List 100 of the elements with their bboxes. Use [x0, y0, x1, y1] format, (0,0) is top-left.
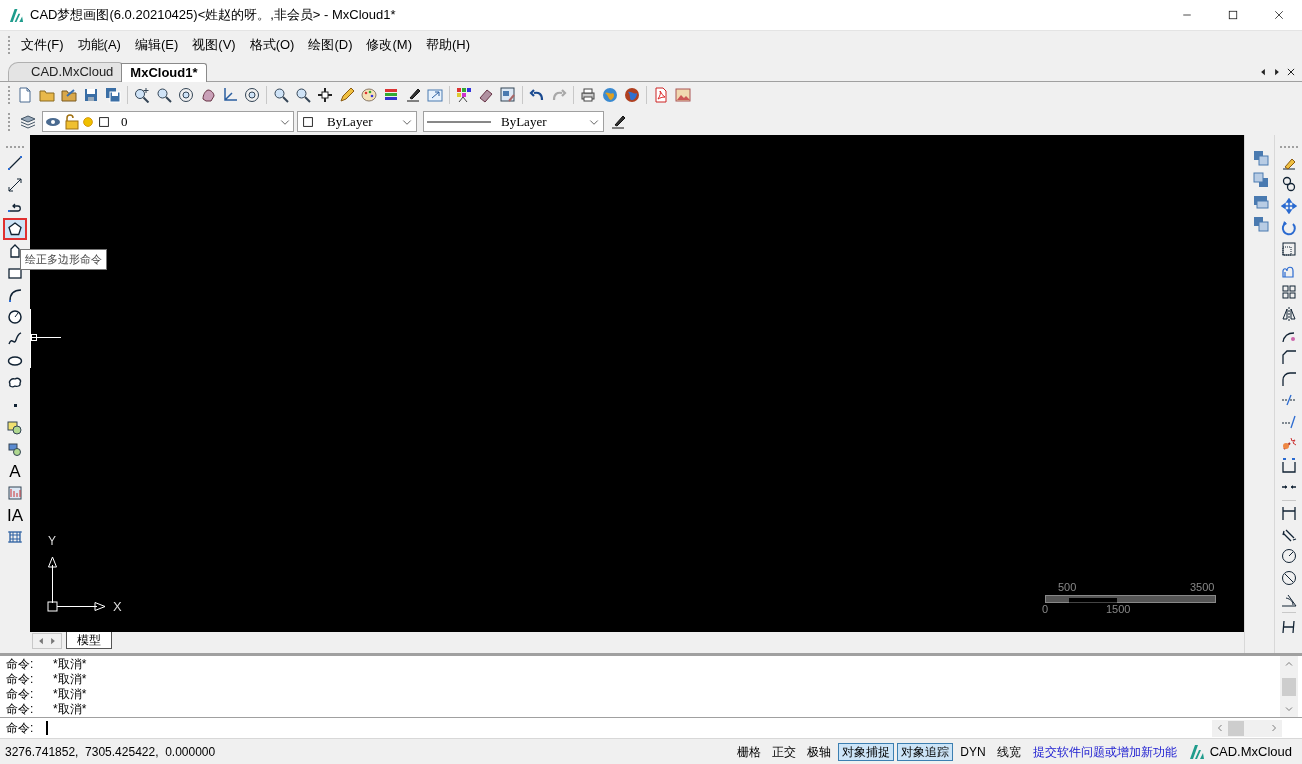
- brush-icon[interactable]: [610, 113, 626, 130]
- folder-icon[interactable]: [61, 87, 77, 103]
- status-toggle[interactable]: 线宽: [992, 742, 1025, 761]
- image-icon[interactable]: [675, 87, 691, 103]
- chamfer-icon[interactable]: [1280, 349, 1297, 366]
- layer-name: 0: [121, 112, 129, 131]
- fillet-icon[interactable]: [1280, 370, 1297, 387]
- status-toggle[interactable]: 栅格: [733, 742, 766, 761]
- status-toggle[interactable]: 极轴: [803, 742, 836, 761]
- axis-label: X: [113, 600, 122, 613]
- layer-dropdown[interactable]: 0: [42, 111, 294, 132]
- pentagon-icon: [7, 221, 23, 237]
- scale-label: 1500: [1106, 604, 1131, 615]
- command-prompt: 命令:: [6, 720, 35, 737]
- status-toggle[interactable]: 对象追踪: [897, 742, 954, 761]
- open-folder-icon[interactable]: [39, 87, 55, 103]
- status-toggle[interactable]: DYN: [956, 742, 990, 761]
- rotate-icon[interactable]: [1280, 219, 1297, 236]
- document-tab[interactable]: CAD.MxCloud: [8, 62, 123, 81]
- eraser-icon[interactable]: [478, 87, 494, 103]
- status-toggle[interactable]: 对象捕捉: [838, 742, 895, 761]
- crosshair-icon[interactable]: [317, 87, 333, 103]
- window-brush-icon[interactable]: [500, 87, 516, 103]
- tool-button[interactable]: A: [3, 460, 27, 482]
- arrow-window-icon[interactable]: [427, 87, 443, 103]
- menu-item[interactable]: 帮助(H): [418, 32, 477, 57]
- printer-icon[interactable]: [580, 87, 596, 103]
- tool-button[interactable]: IA: [3, 504, 27, 526]
- extend-icon[interactable]: [1280, 413, 1297, 430]
- draw-order-icon[interactable]: [1253, 194, 1269, 210]
- palette-icon[interactable]: [361, 87, 377, 103]
- menu-item[interactable]: 功能(A): [70, 32, 128, 57]
- undo-icon[interactable]: [529, 87, 545, 103]
- command-prompt: 命令:: [6, 672, 35, 685]
- pen-icon[interactable]: [405, 87, 421, 103]
- globe-icon[interactable]: [624, 87, 640, 103]
- draw-order-icon[interactable]: [1253, 150, 1269, 166]
- new-document-icon[interactable]: [17, 87, 33, 103]
- maximize-icon[interactable]: [1227, 9, 1239, 21]
- feedback-link[interactable]: 提交软件问题或增加新功能: [1032, 742, 1177, 761]
- close-icon[interactable]: [1273, 9, 1285, 21]
- globe-icon[interactable]: [602, 87, 618, 103]
- explode-icon[interactable]: [1280, 435, 1297, 452]
- window-title: CAD梦想画图(6.0.20210425)<姓赵的呀。,非会员> - MxCloud1*: [30, 6, 396, 25]
- menu-item[interactable]: 文件(F): [14, 32, 71, 57]
- save-icon[interactable]: [83, 87, 99, 103]
- grid-icon: [7, 529, 23, 545]
- menu-item[interactable]: 视图(V): [185, 32, 243, 57]
- move-icon[interactable]: [1280, 198, 1297, 214]
- draw-order-icon[interactable]: [1253, 216, 1269, 232]
- line-sample-icon: [427, 119, 491, 124]
- cursor-coordinates: 3276.741852, 7305.425422, 0.000000: [5, 743, 216, 761]
- array-icon[interactable]: [1280, 284, 1297, 301]
- save-all-icon[interactable]: [105, 87, 121, 103]
- axis-label: Y: [48, 535, 56, 547]
- text-cursor: [46, 721, 48, 735]
- scale-label: 0: [1042, 604, 1049, 615]
- menu-item[interactable]: 编辑(E): [127, 32, 186, 57]
- draw-order-icon[interactable]: [1253, 172, 1269, 188]
- diameter-dimension-icon[interactable]: [1280, 570, 1297, 587]
- menu-item[interactable]: 格式(O): [242, 32, 302, 57]
- layers-icon[interactable]: [20, 113, 36, 130]
- stretch-icon[interactable]: [1280, 457, 1297, 474]
- line-icon: [7, 155, 23, 171]
- zoom-in-icon[interactable]: [134, 87, 150, 103]
- layers-icon[interactable]: [383, 87, 399, 103]
- circle-icon: [7, 309, 23, 325]
- pencil-icon[interactable]: [339, 87, 355, 103]
- color-grid-icon[interactable]: [456, 87, 472, 103]
- hatch-icon: [7, 485, 23, 501]
- polygon-icon: [7, 243, 23, 259]
- square-icon: [97, 114, 111, 129]
- brand-name: CAD.MxCloud: [1209, 742, 1292, 761]
- linetype-dropdown[interactable]: ByLayer: [423, 111, 604, 132]
- menu-item[interactable]: 绘图(D): [301, 32, 360, 57]
- command-output: *取消*: [53, 688, 87, 701]
- ucs-axes-drawing: [44, 555, 106, 614]
- scale-label: 500: [1058, 582, 1077, 593]
- mirror-icon[interactable]: [1280, 305, 1297, 322]
- copy-icon[interactable]: [1280, 176, 1297, 193]
- rectangle-icon: [7, 265, 23, 281]
- status-toggle[interactable]: 正交: [768, 742, 801, 761]
- linear-dimension-icon[interactable]: [1280, 505, 1297, 522]
- close-icon[interactable]: [1286, 67, 1296, 77]
- scale-label: 3500: [1190, 582, 1215, 593]
- tool-button[interactable]: [3, 218, 27, 240]
- continue-dimension-icon[interactable]: [1280, 618, 1297, 635]
- color-dropdown[interactable]: ByLayer: [297, 111, 417, 132]
- axes-icon[interactable]: [222, 87, 238, 103]
- pdf-icon[interactable]: [653, 87, 669, 103]
- search-icon[interactable]: [295, 87, 311, 103]
- cloud-icon: [7, 375, 23, 391]
- app-logo-icon: [9, 7, 24, 23]
- scale-icon[interactable]: [1280, 241, 1297, 258]
- radius-dimension-icon[interactable]: [1280, 548, 1297, 565]
- document-tab[interactable]: MxCloud1*: [121, 63, 207, 82]
- ellipse-icon: [7, 353, 23, 369]
- crosshair-cursor: [30, 309, 61, 368]
- menu-item[interactable]: 修改(M): [359, 32, 419, 57]
- brand-logo-icon: [1188, 743, 1205, 760]
